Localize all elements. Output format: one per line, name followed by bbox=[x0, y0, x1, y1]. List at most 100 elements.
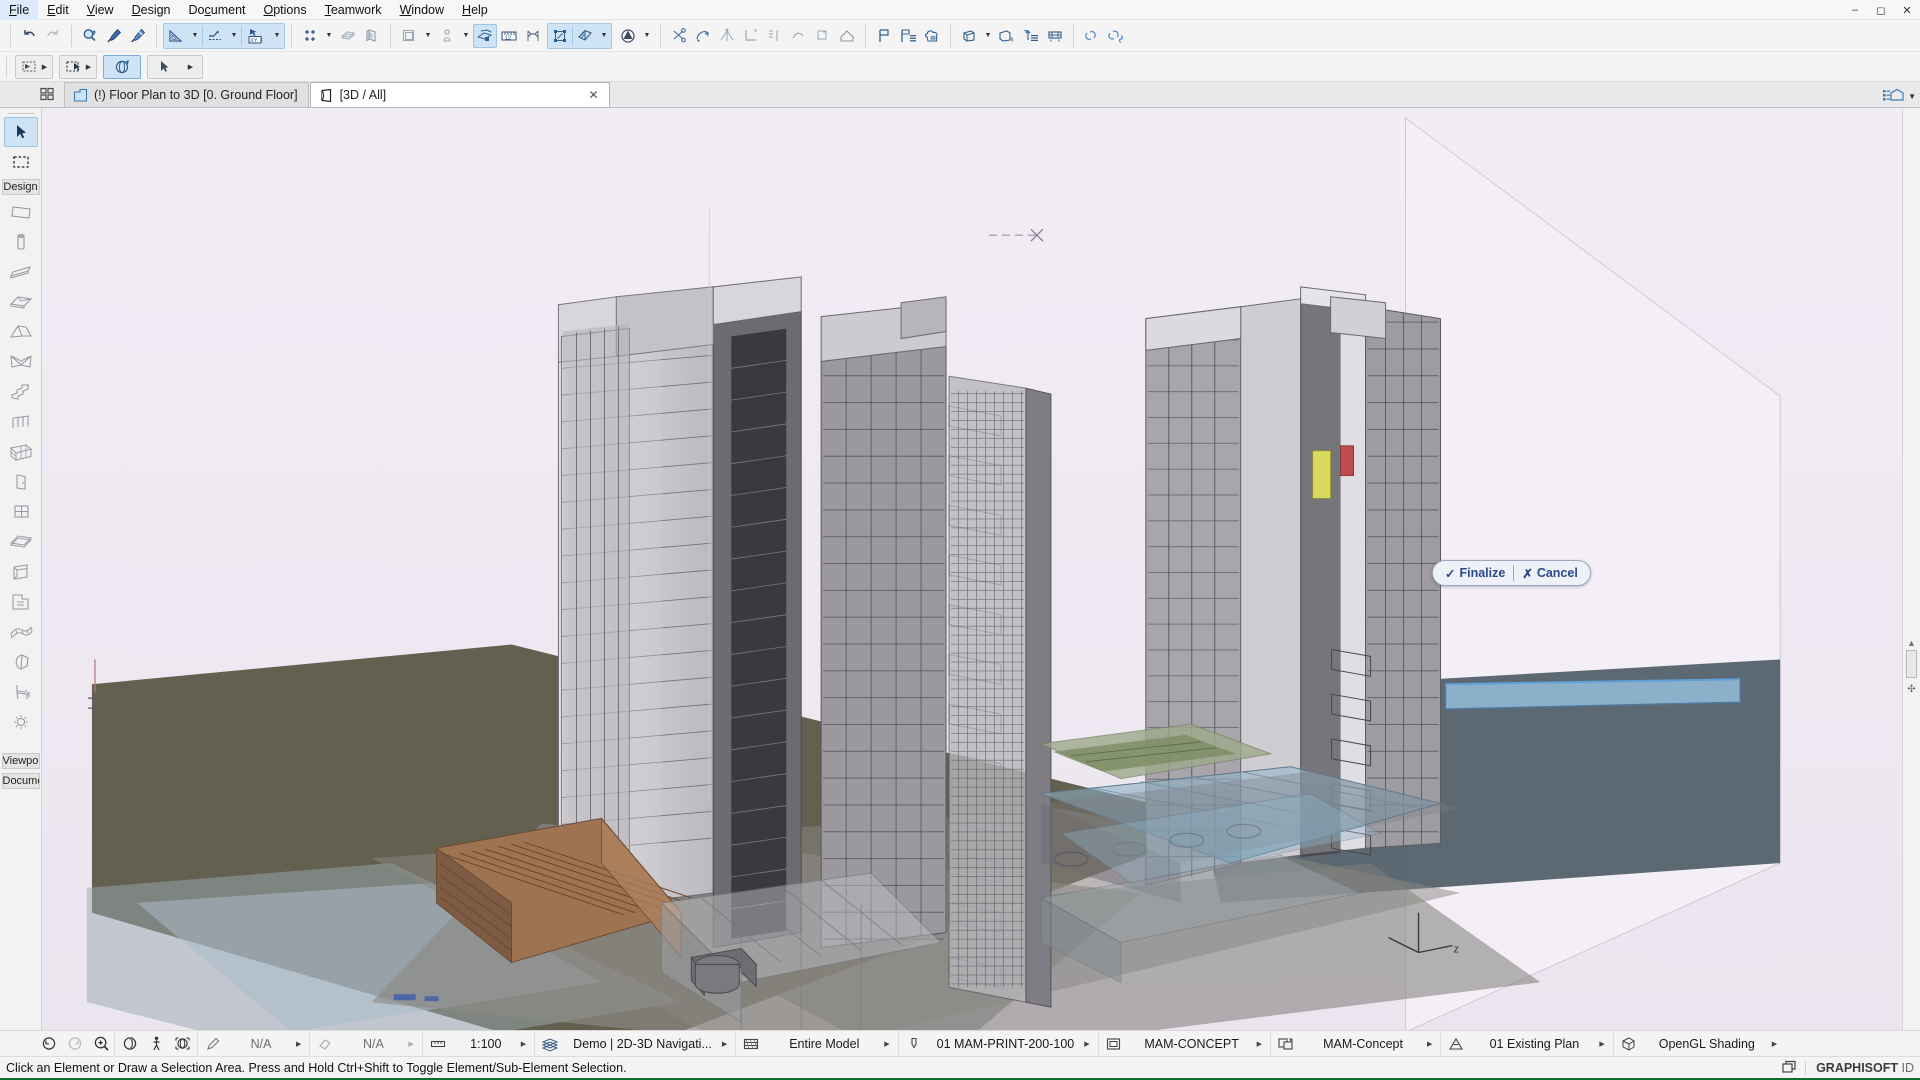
story-settings-button[interactable] bbox=[397, 24, 421, 48]
coordinate-dropdown[interactable]: ▼ bbox=[270, 24, 284, 48]
graphisoft-window-icon[interactable] bbox=[1781, 1060, 1799, 1076]
model-filter-status[interactable]: Entire Model ▶ bbox=[735, 1031, 897, 1056]
minimize-icon[interactable]: – bbox=[1842, 0, 1868, 20]
chevron-right-icon[interactable]: ▶ bbox=[1427, 1040, 1438, 1048]
split-button[interactable] bbox=[667, 24, 691, 48]
menu-view[interactable]: View bbox=[78, 0, 123, 20]
chevron-right-icon[interactable]: ▶ bbox=[722, 1040, 733, 1048]
arrow-pointer-icon[interactable] bbox=[3, 117, 38, 147]
menu-file[interactable]: FFileile bbox=[0, 0, 39, 20]
grid-snap-button[interactable] bbox=[298, 24, 322, 48]
scale-status[interactable]: 1:100 ▶ bbox=[421, 1031, 534, 1056]
walk-person-icon[interactable] bbox=[143, 1032, 169, 1056]
3d-style-dropdown[interactable]: ▼ bbox=[597, 24, 611, 48]
layers-dropdown[interactable]: ▼ bbox=[981, 24, 995, 48]
chevron-right-icon[interactable]: ▶ bbox=[1084, 1040, 1095, 1048]
redo-button[interactable] bbox=[41, 24, 65, 48]
curtainwall-icon[interactable] bbox=[4, 437, 38, 467]
lamp-icon[interactable] bbox=[4, 707, 38, 737]
snap-points-button[interactable] bbox=[203, 24, 227, 48]
fillet-button[interactable] bbox=[763, 24, 787, 48]
chevron-right-icon[interactable]: ▶ bbox=[1257, 1040, 1268, 1048]
house-solid-icon-button[interactable] bbox=[835, 24, 859, 48]
skylight-icon[interactable] bbox=[4, 527, 38, 557]
fill-status[interactable]: N/A ▶ bbox=[309, 1031, 421, 1056]
zoom-in-icon[interactable] bbox=[88, 1032, 114, 1056]
window-icon[interactable] bbox=[4, 497, 38, 527]
menu-edit[interactable]: Edit bbox=[38, 0, 78, 20]
menu-options[interactable]: Options bbox=[255, 0, 316, 20]
chevron-right-icon[interactable]: ▶ bbox=[521, 1040, 532, 1048]
pen-set-status[interactable]: 01 MAM-PRINT-200-100 ▶ bbox=[897, 1031, 1098, 1056]
chevron-right-icon[interactable]: ▶ bbox=[1772, 1040, 1783, 1048]
arrow-tool-button[interactable]: ▶ bbox=[147, 54, 203, 79]
sun-dropdown[interactable]: ▼ bbox=[640, 24, 654, 48]
orbit-rotate-button[interactable] bbox=[103, 54, 141, 79]
teamwork-reserve-button[interactable] bbox=[1104, 24, 1128, 48]
story-dropdown[interactable]: ▼ bbox=[421, 24, 435, 48]
elevate-button[interactable] bbox=[360, 24, 384, 48]
search-zoom-button[interactable] bbox=[78, 24, 102, 48]
eyedropper-inject-button[interactable] bbox=[126, 24, 150, 48]
adjust-button[interactable] bbox=[811, 24, 835, 48]
interior-elevation-button[interactable] bbox=[1043, 24, 1067, 48]
morph-icon[interactable] bbox=[4, 647, 38, 677]
orbit-globe-icon[interactable] bbox=[169, 1032, 195, 1056]
guide-lines-button[interactable] bbox=[164, 24, 188, 48]
maximize-icon[interactable]: ◻ bbox=[1868, 0, 1894, 20]
coordinate-input-button[interactable]: XY bbox=[242, 24, 270, 48]
object-icon[interactable] bbox=[4, 587, 38, 617]
story-status[interactable]: Demo | 2D-3D Navigati... ▶ bbox=[534, 1031, 735, 1056]
pen-status[interactable]: N/A ▶ bbox=[197, 1031, 309, 1056]
3d-selection-button[interactable] bbox=[548, 24, 572, 48]
chevron-right-icon[interactable]: ▶ bbox=[408, 1040, 419, 1048]
offset-button[interactable] bbox=[715, 24, 739, 48]
menu-window[interactable]: Window bbox=[391, 0, 453, 20]
sun-settings-button[interactable] bbox=[616, 24, 640, 48]
tab-close-icon[interactable]: ✕ bbox=[589, 88, 599, 102]
right-scroll-bar[interactable]: ▲ ✣ bbox=[1902, 108, 1920, 1030]
tab-grid-icon[interactable] bbox=[34, 81, 60, 107]
mesh-icon[interactable] bbox=[4, 617, 38, 647]
flag-list-button[interactable] bbox=[896, 24, 920, 48]
zoom-forward-icon[interactable] bbox=[62, 1032, 88, 1056]
corner-button[interactable] bbox=[739, 24, 763, 48]
tab-floor-plan-to-3d[interactable]: (!) Floor Plan to 3D [0. Ground Floor] bbox=[64, 82, 309, 107]
3d-style-button[interactable] bbox=[573, 24, 597, 48]
graphic-override-status[interactable]: MAM-Concept ▶ bbox=[1270, 1031, 1440, 1056]
chevron-down-icon[interactable]: ▼ bbox=[1908, 92, 1916, 101]
3d-viewport[interactable]: z ✓ Finalize ✗ Cancel bbox=[42, 108, 1902, 1030]
project-tree-icon[interactable] bbox=[1882, 88, 1904, 105]
chevron-right-icon[interactable]: ▶ bbox=[884, 1040, 895, 1048]
renovation-filter-status[interactable]: 01 Existing Plan ▶ bbox=[1440, 1031, 1612, 1056]
marker-flag-button[interactable] bbox=[872, 24, 896, 48]
chevron-right-icon[interactable]: ▶ bbox=[296, 1040, 307, 1048]
fit-window-icon[interactable] bbox=[117, 1032, 143, 1056]
chair-icon[interactable] bbox=[4, 677, 38, 707]
zoom-back-icon[interactable] bbox=[36, 1032, 62, 1056]
teamwork-send-receive-button[interactable] bbox=[1080, 24, 1104, 48]
chevron-right-icon[interactable]: ▶ bbox=[1599, 1040, 1610, 1048]
stair-icon[interactable] bbox=[4, 377, 38, 407]
curve-edit-button[interactable] bbox=[691, 24, 715, 48]
snap-points-dropdown[interactable]: ▼ bbox=[227, 24, 241, 48]
surface-align-button[interactable] bbox=[336, 24, 360, 48]
close-icon[interactable]: ✕ bbox=[1894, 0, 1920, 20]
person-scale-button[interactable] bbox=[435, 24, 459, 48]
menu-help[interactable]: Help bbox=[453, 0, 497, 20]
shell-icon[interactable] bbox=[4, 347, 38, 377]
door-icon[interactable] bbox=[4, 467, 38, 497]
wall-icon[interactable] bbox=[4, 197, 38, 227]
layers-button[interactable] bbox=[957, 24, 981, 48]
menu-teamwork[interactable]: Teamwork bbox=[316, 0, 391, 20]
railing-icon[interactable] bbox=[4, 407, 38, 437]
undo-button[interactable] bbox=[17, 24, 41, 48]
menu-design[interactable]: Design bbox=[123, 0, 180, 20]
menu-document[interactable]: Document bbox=[180, 0, 255, 20]
roof-icon[interactable] bbox=[4, 317, 38, 347]
3d-cutaway-button[interactable] bbox=[473, 23, 497, 48]
marquee-arrow-select-button[interactable]: ▶ bbox=[59, 54, 97, 79]
marquee-button[interactable] bbox=[521, 24, 545, 48]
model-view-status[interactable]: MAM-CONCEPT ▶ bbox=[1097, 1031, 1270, 1056]
publish-button[interactable] bbox=[1019, 24, 1043, 48]
